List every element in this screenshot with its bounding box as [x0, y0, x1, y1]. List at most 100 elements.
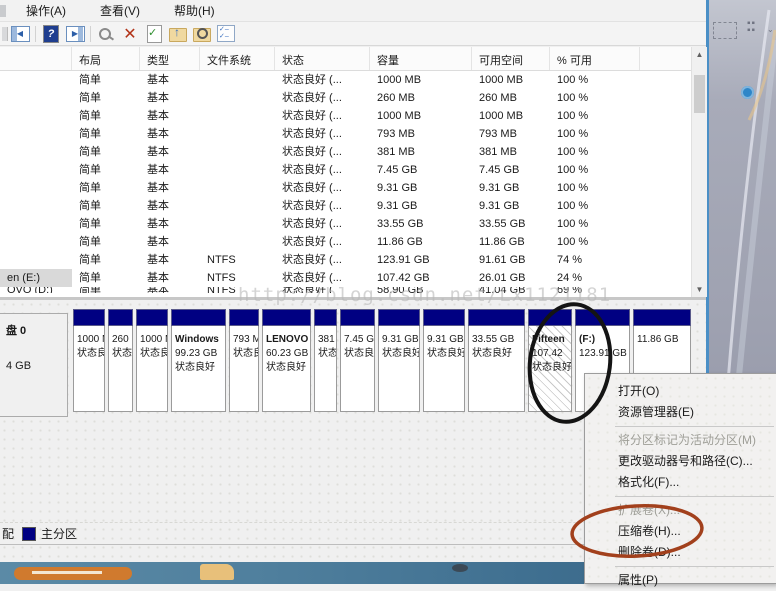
- column-header-status[interactable]: 状态: [275, 47, 370, 70]
- blue-dot-icon[interactable]: [741, 86, 754, 99]
- context-menu-item[interactable]: 将分区标记为活动分区(M): [585, 430, 776, 451]
- partition-body[interactable]: 381 MB 状态良好: [314, 326, 337, 412]
- menu-bar: 操作(A) 查看(V) 帮助(H): [0, 0, 706, 22]
- partition-name: Windows: [175, 333, 225, 347]
- partition-body[interactable]: 33.55 GB 状态良好: [468, 326, 525, 412]
- table-row[interactable]: 简单 基本 状态良好 (... 1000 MB 1000 MB 100 %: [0, 71, 691, 89]
- marquee-tool-icon[interactable]: [713, 22, 737, 39]
- menu-item[interactable]: 帮助(H): [164, 2, 225, 20]
- context-menu-item[interactable]: 打开(O): [585, 381, 776, 402]
- column-header-volume[interactable]: [0, 47, 72, 70]
- delete-volume-icon[interactable]: [123, 24, 136, 44]
- partition-body[interactable]: 1000 MB 状态良好: [73, 326, 105, 412]
- volume-list-header: 布局 类型 文件系统 状态 容量 可用空间 % 可用: [0, 47, 691, 71]
- cell-fs: [200, 233, 275, 251]
- partition-body[interactable]: Windows 99.23 GB 状态良好: [171, 326, 226, 412]
- partition-body[interactable]: LENOVO 60.23 GB 状态良好: [262, 326, 311, 412]
- partition-body[interactable]: Fifteen 107.42 状态良好: [528, 326, 572, 412]
- folder-up-icon[interactable]: [169, 28, 187, 42]
- context-menu-item[interactable]: 资源管理器(E): [585, 402, 776, 423]
- column-header-pctfree[interactable]: % 可用: [550, 47, 640, 70]
- partition-header: [468, 309, 525, 326]
- partition-block[interactable]: 9.31 GB 状态良好: [378, 309, 420, 412]
- cell-status: 状态良好 (...: [275, 179, 370, 197]
- partition-status: 状态良好: [112, 347, 132, 361]
- column-header-free[interactable]: 可用空间: [472, 47, 550, 70]
- console-tree-icon[interactable]: [11, 26, 30, 42]
- properties-check-icon[interactable]: [147, 25, 162, 43]
- task-list-icon[interactable]: [217, 25, 235, 42]
- partition-body[interactable]: 793 MB 状态良好: [229, 326, 259, 412]
- disk0-label-box[interactable]: 盘 0 4 GB: [0, 313, 68, 417]
- column-header-capacity[interactable]: 容量: [370, 47, 472, 70]
- column-header-layout[interactable]: 布局: [72, 47, 140, 70]
- table-row[interactable]: 简单 基本 状态良好 (... 793 MB 793 MB 100 %: [0, 125, 691, 143]
- context-menu-item[interactable]: 扩展卷(X)...: [585, 500, 776, 521]
- menu-item[interactable]: 操作(A): [16, 2, 76, 20]
- context-menu-item[interactable]: 删除卷(D)...: [585, 542, 776, 563]
- partition-block[interactable]: 1000 MB 状态良好: [73, 309, 105, 412]
- table-row[interactable]: 简单 基本 状态良好 (... 9.31 GB 9.31 GB 100 %: [0, 179, 691, 197]
- partition-header: [528, 309, 572, 326]
- partition-body[interactable]: 7.45 GB 状态良好: [340, 326, 375, 412]
- partition-block[interactable]: 33.55 GB 状态良好: [468, 309, 525, 412]
- partition-block[interactable]: 9.31 GB 状态良好: [423, 309, 465, 412]
- cell-type: 基本: [140, 215, 200, 233]
- partition-status: 状态良好: [344, 347, 374, 361]
- grid-tool-icon[interactable]: ▪▪▪▪: [747, 20, 763, 34]
- cell-type: 基本: [140, 251, 200, 269]
- cell-capacity: 381 MB: [370, 143, 472, 161]
- table-row[interactable]: 简单 基本 状态良好 (... 7.45 GB 7.45 GB 100 %: [0, 161, 691, 179]
- column-header-type[interactable]: 类型: [140, 47, 200, 70]
- partition-block[interactable]: 793 MB 状态良好: [229, 309, 259, 412]
- context-menu-item[interactable]: 更改驱动器号和路径(C)...: [585, 451, 776, 472]
- scroll-up-arrow[interactable]: ▲: [692, 47, 707, 62]
- cell-pct: 100 %: [550, 89, 640, 107]
- table-scrollbar[interactable]: ▲ ▼: [691, 47, 707, 297]
- partition-header: [262, 309, 311, 326]
- cell-volume: [0, 233, 72, 251]
- partition-body[interactable]: 9.31 GB 状态良好: [423, 326, 465, 412]
- partition-block[interactable]: 381 MB 状态良好: [314, 309, 337, 412]
- partition-block[interactable]: 260 MB 状态良好: [108, 309, 133, 412]
- cell-layout: 简单: [72, 125, 140, 143]
- table-row[interactable]: 简单 基本 状态良好 (... 33.55 GB 33.55 GB 100 %: [0, 215, 691, 233]
- table-row[interactable]: 简单 基本 状态良好 (... 9.31 GB 9.31 GB 100 %: [0, 197, 691, 215]
- partition-block[interactable]: Fifteen 107.42 状态良好: [528, 309, 572, 412]
- disk0-size: 4 GB: [6, 360, 67, 372]
- scroll-thumb[interactable]: [694, 75, 705, 113]
- partition-body[interactable]: 1000 MB 状态良好: [136, 326, 168, 412]
- table-row[interactable]: 简单 基本 状态良好 (... 1000 MB 1000 MB 100 %: [0, 107, 691, 125]
- partition-name: Fifteen: [532, 333, 571, 347]
- table-row[interactable]: 简单 基本 状态良好 (... 260 MB 260 MB 100 %: [0, 89, 691, 107]
- partition-header: [171, 309, 226, 326]
- help-icon[interactable]: [43, 25, 59, 43]
- cell-volume: [0, 197, 72, 215]
- table-row[interactable]: 简单 基本 状态良好 (... 381 MB 381 MB 100 %: [0, 143, 691, 161]
- partition-block[interactable]: 1000 MB 状态良好: [136, 309, 168, 412]
- context-menu-item[interactable]: 压缩卷(H)...: [585, 521, 776, 542]
- folder-explore-icon[interactable]: [193, 28, 211, 42]
- action-pane-icon[interactable]: [66, 26, 85, 42]
- menu-item[interactable]: 查看(V): [90, 2, 150, 20]
- chevron-down-icon[interactable]: ⌄: [767, 26, 776, 40]
- partition-block[interactable]: LENOVO 60.23 GB 状态良好: [262, 309, 311, 412]
- cell-free: 1000 MB: [472, 71, 550, 89]
- context-menu-item[interactable]: 属性(P): [585, 570, 776, 591]
- cell-type: 基本: [140, 125, 200, 143]
- column-header-fs[interactable]: 文件系统: [200, 47, 275, 70]
- scroll-down-arrow[interactable]: ▼: [692, 282, 707, 297]
- cell-status: 状态良好 (...: [275, 89, 370, 107]
- context-menu-item[interactable]: 格式化(F)...: [585, 472, 776, 493]
- menu-separator: [615, 566, 774, 567]
- partition-body[interactable]: 9.31 GB 状态良好: [378, 326, 420, 412]
- partition-body[interactable]: 260 MB 状态良好: [108, 326, 133, 412]
- beach-item-shape: [200, 564, 234, 580]
- cell-status: 状态良好 (...: [275, 233, 370, 251]
- partition-size: 33.55 GB: [472, 333, 524, 347]
- cell-free: 260 MB: [472, 89, 550, 107]
- table-row[interactable]: 简单 基本 状态良好 (... 11.86 GB 11.86 GB 100 %: [0, 233, 691, 251]
- partition-block[interactable]: 7.45 GB 状态良好: [340, 309, 375, 412]
- table-row[interactable]: 简单 基本 NTFS 状态良好 (... 123.91 GB 91.61 GB …: [0, 251, 691, 269]
- partition-block[interactable]: Windows 99.23 GB 状态良好: [171, 309, 226, 412]
